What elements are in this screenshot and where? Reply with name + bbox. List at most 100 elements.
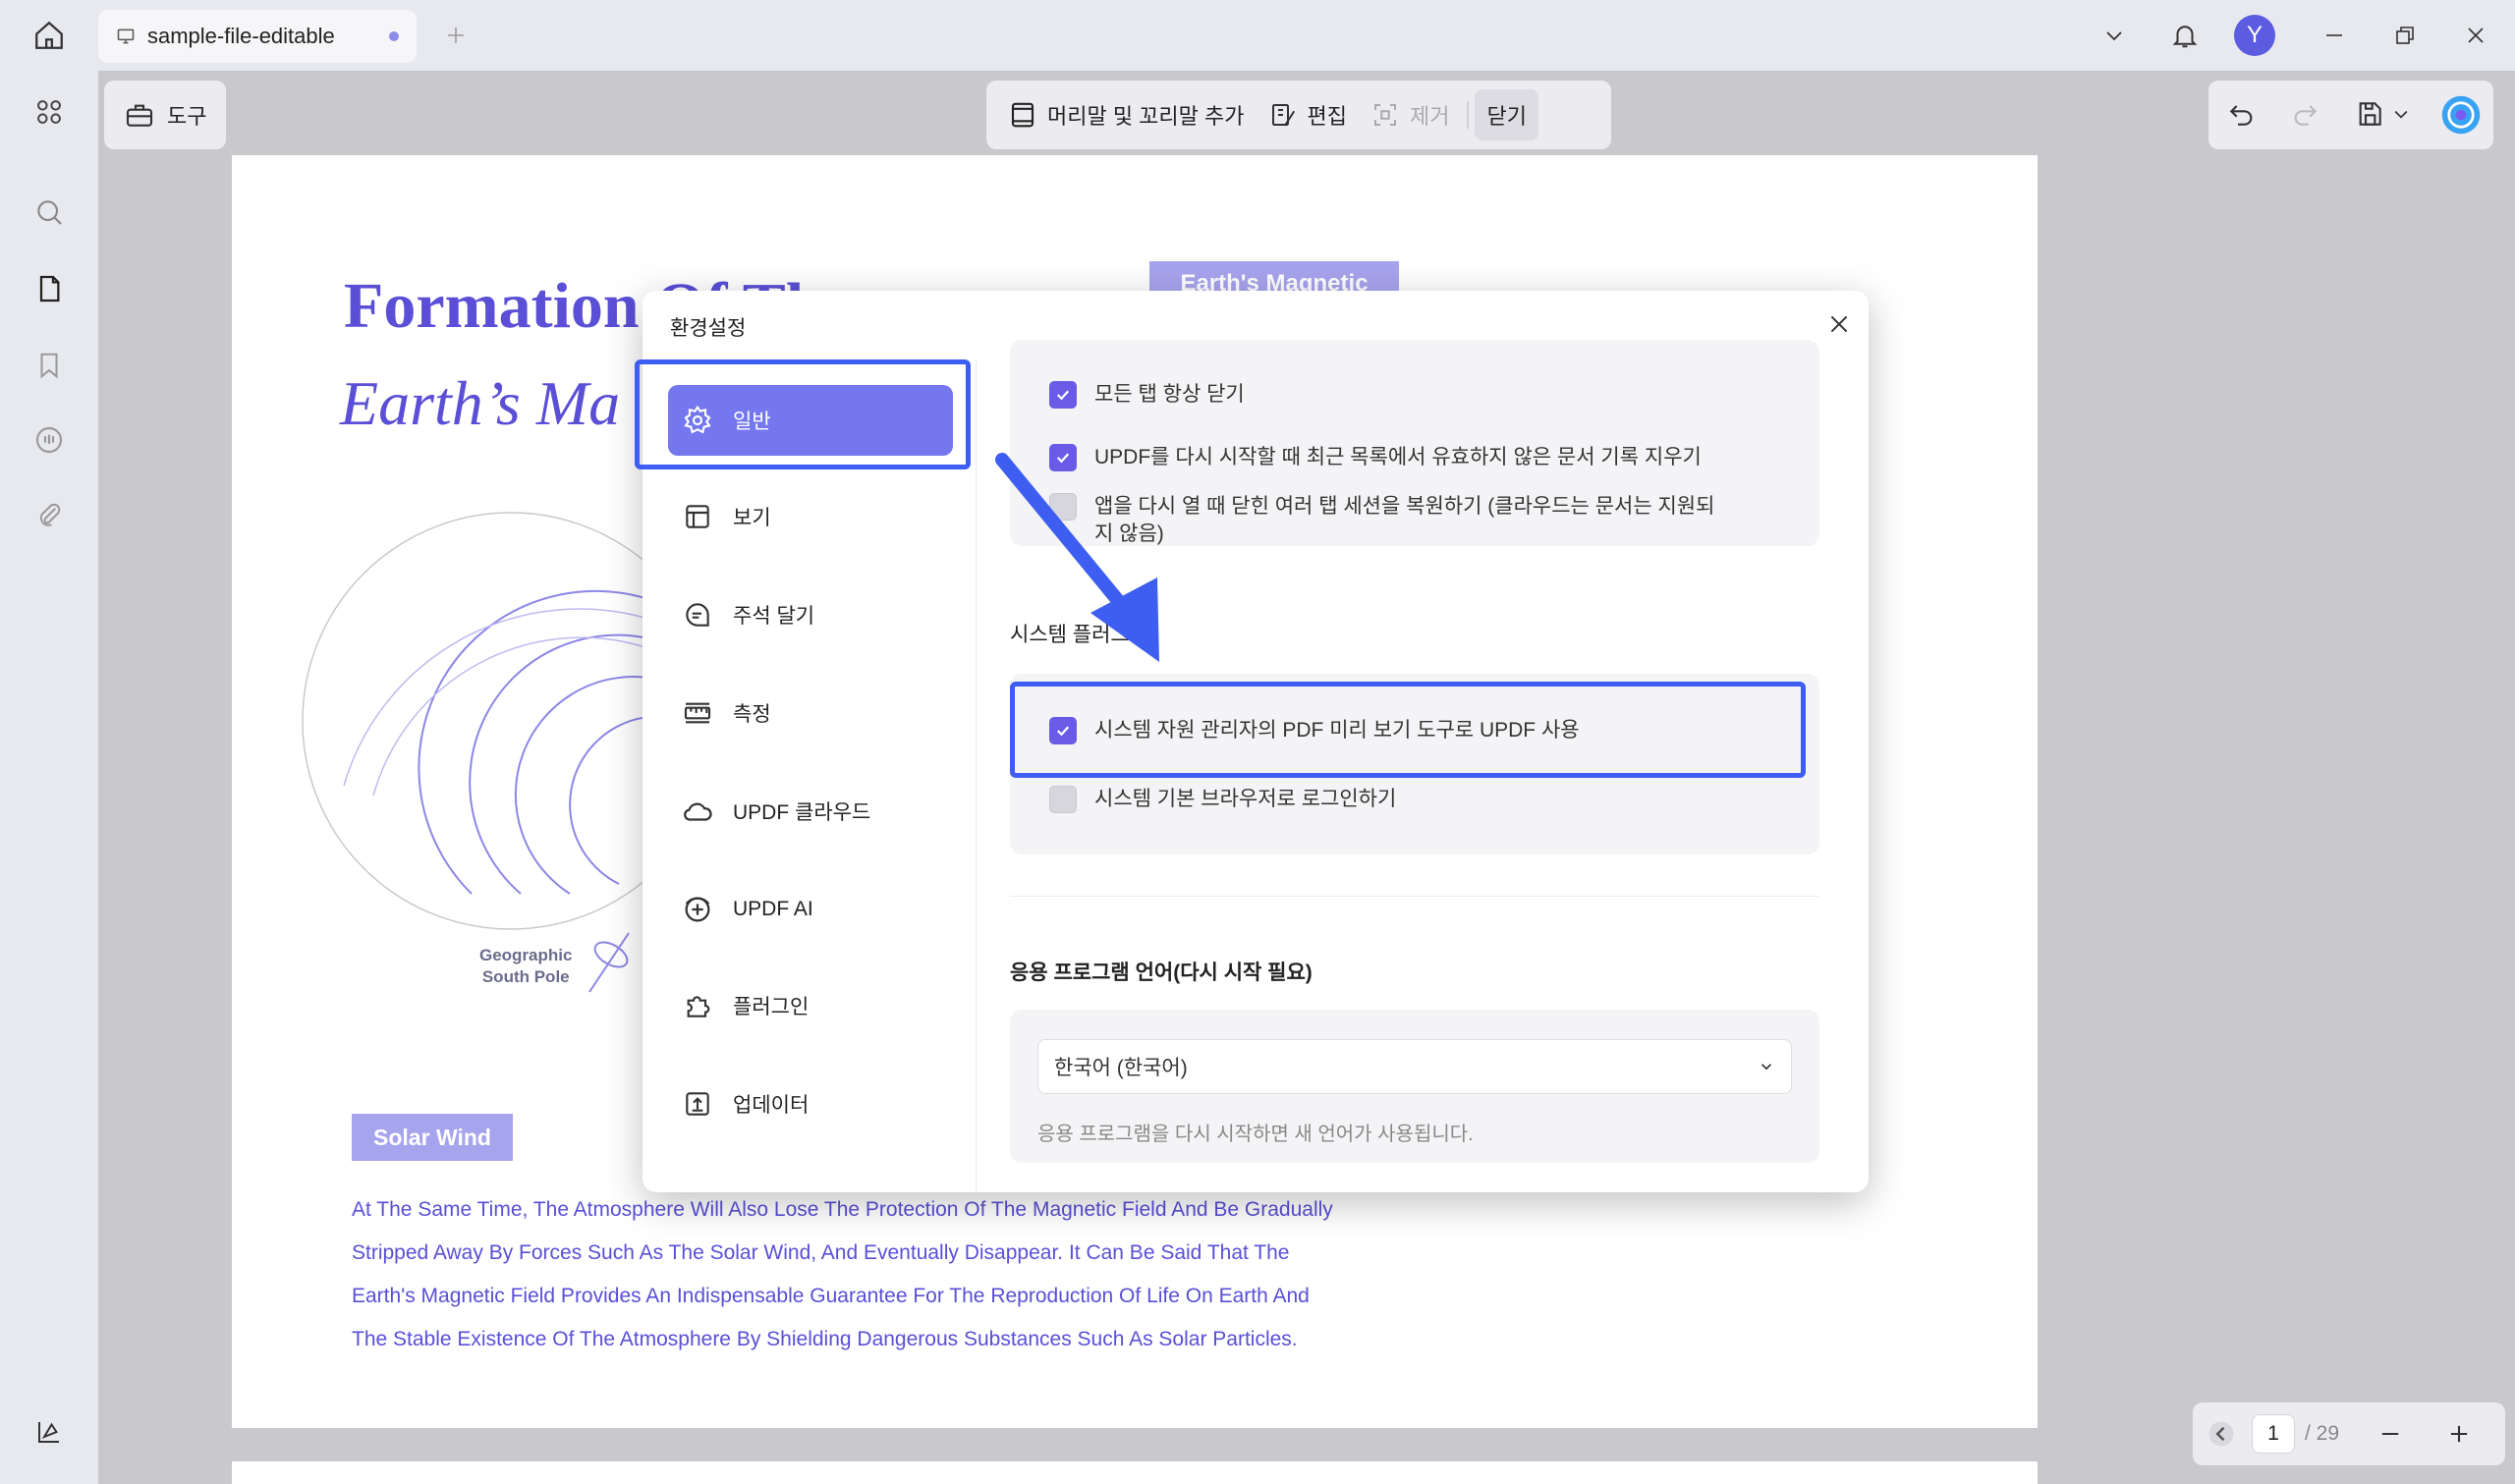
unsaved-dot — [389, 31, 399, 41]
comment-icon[interactable] — [28, 418, 71, 462]
pdf-next-page — [232, 1461, 2038, 1484]
close-tool-button[interactable]: 닫기 — [1475, 89, 1538, 140]
pdf-body-line: Stripped Away By Forces Such As The Sola… — [352, 1241, 1290, 1264]
edit-button[interactable]: 편집 — [1257, 89, 1359, 140]
language-selected-value: 한국어 (한국어) — [1054, 1057, 1188, 1079]
home-icon[interactable] — [29, 16, 69, 55]
option-close-all-tabs[interactable]: 모든 탭 항상 닫기 — [1049, 381, 1772, 409]
layout-icon — [678, 497, 717, 536]
dialog-close-icon[interactable] — [1821, 306, 1857, 342]
sidebar-item-view[interactable]: 보기 — [668, 481, 953, 552]
toolbox-icon — [124, 99, 155, 131]
tools-button[interactable]: 도구 — [104, 81, 226, 149]
option-label: 모든 탭 항상 닫기 — [1094, 383, 1245, 406]
pdf-body-text: At The Same Time, The Atmosphere Will Al… — [352, 1188, 1393, 1361]
checkbox-unchecked[interactable] — [1049, 786, 1077, 813]
bookmark-icon[interactable] — [28, 344, 71, 387]
prev-page-icon[interactable] — [2207, 1419, 2236, 1449]
window-close-icon[interactable] — [2458, 18, 2493, 53]
sidebar-item-label: 보기 — [733, 507, 771, 529]
save-icon[interactable] — [2354, 98, 2385, 130]
edit-label: 편집 — [1307, 104, 1347, 129]
monitor-icon — [116, 27, 136, 46]
section-divider — [1010, 896, 1819, 897]
option-label: 앱을 다시 열 때 닫힌 여러 탭 세션을 복원하기 (클라우드는 문서는 지원… — [1094, 495, 1715, 545]
option-label: 시스템 기본 브라우저로 로그인하기 — [1094, 788, 1397, 810]
header-footer-toolbar: 머리말 및 꼬리말 추가 편집 제거 닫기 — [986, 81, 1611, 149]
right-toolbar — [2208, 81, 2493, 149]
sidebar-item-label: UPDF 클라우드 — [733, 801, 871, 824]
preferences-sidebar: 일반 보기 주석 달기 측정 UPDF 클라우드 UPDF AI 플러그인 업데… — [643, 359, 977, 1192]
magnetic-field-diagram — [302, 512, 648, 993]
toolbar-separator — [1467, 101, 1470, 129]
redo-icon[interactable] — [2289, 98, 2320, 130]
pdf-body-line: Earth's Magnetic Field Provides An Indis… — [352, 1285, 1310, 1307]
highlight-box-explorer-preview — [1010, 682, 1806, 778]
pdf-body-line: At The Same Time, The Atmosphere Will Al… — [352, 1198, 1333, 1221]
avatar[interactable]: Y — [2234, 15, 2275, 56]
sidebar-item-measure[interactable]: 측정 — [668, 678, 953, 748]
ai-assistant-icon[interactable] — [2440, 94, 2482, 136]
undo-icon[interactable] — [2226, 98, 2258, 130]
arrow-annotation — [995, 453, 1159, 662]
option-browser-login[interactable]: 시스템 기본 브라우저로 로그인하기 — [1049, 786, 1772, 813]
ai-icon — [678, 890, 717, 929]
language-hint: 응용 프로그램을 다시 시작하면 새 언어가 사용됩니다. — [1037, 1124, 1474, 1145]
document-tab[interactable]: sample-file-editable — [98, 10, 417, 63]
edit-icon — [1268, 100, 1298, 130]
chevron-down-icon — [1758, 1058, 1775, 1075]
bell-icon[interactable] — [2165, 16, 2205, 55]
left-rail — [0, 71, 98, 1484]
title-bar: sample-file-editable Y — [0, 0, 2515, 71]
tab-title: sample-file-editable — [147, 24, 335, 48]
page-navigator: 1 / 29 — [2193, 1402, 2505, 1465]
layers-icon[interactable] — [28, 1410, 71, 1454]
pdf-title-line2: Earth’s Ma — [340, 368, 621, 438]
chevron-down-icon[interactable] — [2096, 18, 2132, 53]
language-select[interactable]: 한국어 (한국어) — [1037, 1039, 1792, 1094]
close-tool-label: 닫기 — [1486, 104, 1527, 129]
new-tab-icon[interactable] — [438, 18, 474, 53]
sidebar-item-label: 주석 달기 — [733, 605, 815, 628]
zoom-in-icon[interactable] — [2445, 1420, 2473, 1448]
page-total: / 29 — [2305, 1422, 2340, 1445]
zoom-out-icon[interactable] — [2376, 1420, 2404, 1448]
header-footer-icon — [1008, 100, 1037, 130]
puzzle-icon — [678, 986, 717, 1025]
search-icon[interactable] — [28, 191, 71, 234]
sidebar-item-updater[interactable]: 업데이터 — [668, 1069, 953, 1139]
add-header-footer-button[interactable]: 머리말 및 꼬리말 추가 — [996, 89, 1257, 140]
sidebar-item-label: 측정 — [733, 703, 771, 726]
sidebar-item-cloud[interactable]: UPDF 클라우드 — [668, 776, 953, 847]
diagram-label-line2: South Pole — [481, 967, 570, 986]
sidebar-item-label: 업데이터 — [733, 1094, 810, 1117]
page-number-input[interactable]: 1 — [2252, 1414, 2295, 1454]
tools-label: 도구 — [167, 104, 207, 129]
dialog-title: 환경설정 — [670, 317, 747, 340]
option-label: UPDF를 다시 시작할 때 최근 목록에서 유효하지 않은 문서 기록 지우기 — [1094, 446, 1702, 468]
chevron-down-icon[interactable] — [2391, 104, 2411, 124]
header-footer-label: 머리말 및 꼬리말 추가 — [1047, 104, 1245, 129]
remove-label: 제거 — [1409, 104, 1450, 129]
minimize-icon[interactable] — [2317, 18, 2352, 53]
update-icon — [678, 1084, 717, 1124]
highlight-box-general — [635, 359, 971, 469]
sidebar-item-ai[interactable]: UPDF AI — [668, 874, 953, 945]
pdf-tag-solar-wind: Solar Wind — [352, 1114, 513, 1161]
language-heading: 응용 프로그램 언어(다시 시작 필요) — [1010, 962, 1313, 984]
remove-button[interactable]: 제거 — [1359, 89, 1461, 140]
diagram-label-line1: Geographic — [479, 946, 573, 964]
apps-icon[interactable] — [28, 90, 71, 134]
sidebar-item-label: UPDF AI — [733, 898, 813, 920]
comment-icon — [678, 595, 717, 634]
page-icon[interactable] — [28, 267, 71, 310]
attachment-icon[interactable] — [28, 493, 71, 536]
ruler-icon — [678, 693, 717, 733]
sidebar-item-label: 플러그인 — [733, 996, 810, 1018]
cloud-icon — [678, 792, 717, 831]
remove-icon — [1370, 100, 1400, 130]
restore-icon[interactable] — [2387, 18, 2423, 53]
sidebar-item-plugins[interactable]: 플러그인 — [668, 970, 953, 1041]
sidebar-item-annotation[interactable]: 주석 달기 — [668, 579, 953, 650]
checkbox-checked[interactable] — [1049, 381, 1077, 409]
